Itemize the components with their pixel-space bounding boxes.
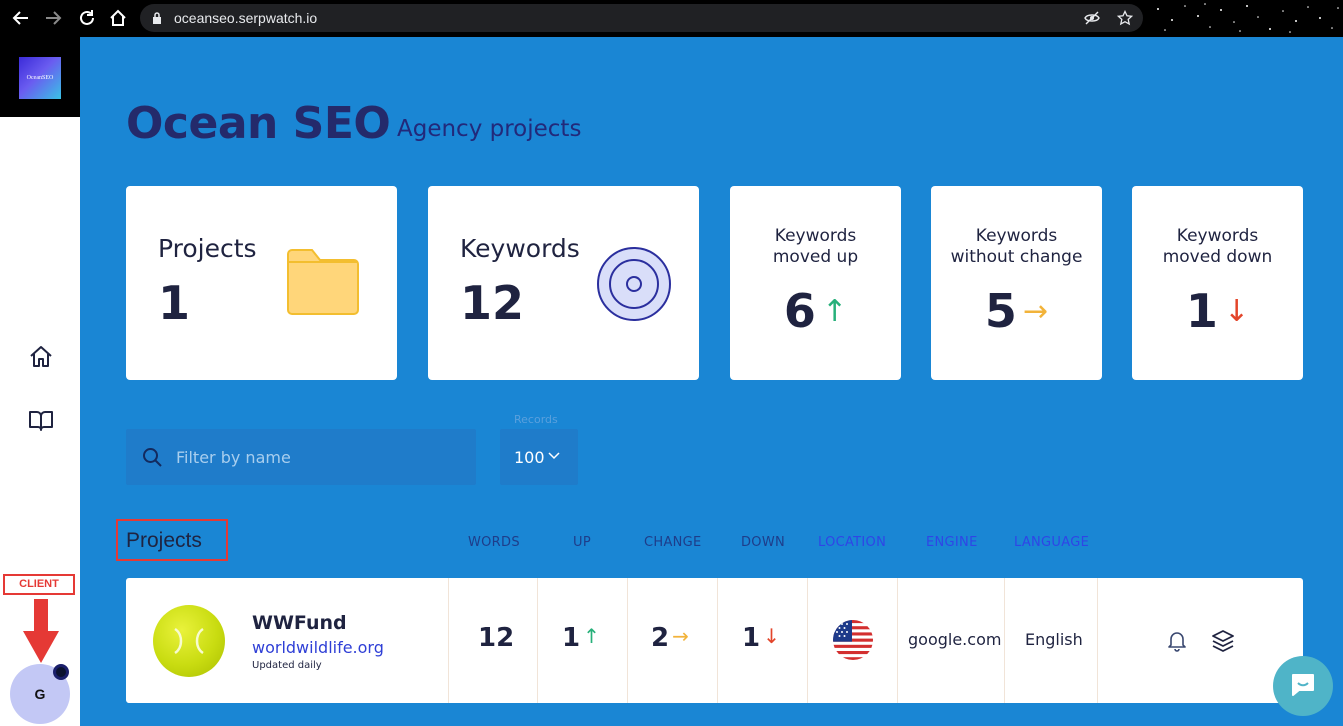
project-updated: Updated daily <box>252 660 322 671</box>
search-box[interactable] <box>126 429 476 485</box>
moved-up-label-line1: Keywords <box>774 226 857 246</box>
browser-toolbar: oceanseo.serpwatch.io <box>0 0 1343 37</box>
search-icon <box>143 448 162 467</box>
star-icon[interactable] <box>1117 10 1133 26</box>
records-value: 100 <box>514 448 545 467</box>
column-divider <box>717 578 718 703</box>
column-divider <box>448 578 449 703</box>
column-engine[interactable]: ENGINE <box>926 535 978 550</box>
client-label: CLIENT <box>3 574 75 595</box>
logo-area: OceanSEO <box>0 37 80 117</box>
moved-down-value: 1 <box>1185 284 1218 338</box>
chat-icon <box>1292 674 1314 696</box>
moved-up-stat-label: Keywords moved up <box>730 226 901 268</box>
no-change-stat-card: Keywords without change 5 → <box>931 186 1102 380</box>
column-divider <box>897 578 898 703</box>
home-icon[interactable] <box>108 8 128 28</box>
layers-icon[interactable] <box>1211 628 1235 652</box>
moved-down-stat-card: Keywords moved down 1 ↓ <box>1132 186 1303 380</box>
moved-down-label-line1: Keywords <box>1176 226 1259 246</box>
records-label: Records <box>514 413 558 426</box>
arrow-up-icon: ↑ <box>821 294 848 329</box>
no-change-stat-label: Keywords without change <box>931 226 1102 268</box>
keywords-stat-label: Keywords <box>460 234 580 263</box>
url-text: oceanseo.serpwatch.io <box>174 10 318 26</box>
decorative-stars <box>1157 3 1339 33</box>
projects-heading-text: Projects <box>126 529 202 552</box>
bell-icon[interactable] <box>1165 628 1189 652</box>
target-icon <box>597 247 671 321</box>
column-words[interactable]: WORDS <box>468 535 520 550</box>
column-divider <box>1004 578 1005 703</box>
moved-down-stat-label: Keywords moved down <box>1132 226 1303 268</box>
down-value: 1 <box>742 623 761 653</box>
moved-up-label-line2: moved up <box>772 247 859 267</box>
forward-arrow-icon[interactable] <box>43 8 63 28</box>
up-value: 1 <box>562 623 581 653</box>
project-avatar <box>153 605 225 677</box>
address-bar[interactable]: oceanseo.serpwatch.io <box>140 4 1143 32</box>
no-change-label-line2: without change <box>950 247 1083 267</box>
project-url[interactable]: worldwildlife.org <box>252 638 384 657</box>
column-change[interactable]: CHANGE <box>644 535 702 550</box>
projects-heading: Projects <box>116 519 228 561</box>
red-arrow-down-icon <box>23 599 59 663</box>
column-divider <box>807 578 808 703</box>
lock-icon <box>153 12 161 24</box>
column-divider <box>537 578 538 703</box>
table-row[interactable]: WWFund worldwildlife.org Updated daily 1… <box>126 578 1303 703</box>
arrow-up-icon: ↑ <box>583 624 600 648</box>
reload-icon[interactable] <box>77 8 97 28</box>
down-cell: 1 ↓ <box>742 623 780 653</box>
column-up[interactable]: UP <box>573 535 591 550</box>
eye-slash-icon[interactable] <box>1084 10 1100 26</box>
moved-down-stat-value: 1 ↓ <box>1132 284 1303 338</box>
moved-up-stat-value: 6 ↑ <box>730 284 901 338</box>
no-change-stat-value: 5 → <box>931 284 1102 338</box>
words-cell: 12 <box>478 623 515 653</box>
projects-stat-label: Projects <box>158 234 257 263</box>
no-change-label-line1: Keywords <box>975 226 1058 246</box>
column-location[interactable]: LOCATION <box>818 535 886 550</box>
moved-up-value: 6 <box>783 284 816 338</box>
language-cell: English <box>1025 630 1083 649</box>
no-change-value: 5 <box>984 284 1017 338</box>
projects-stat-value: 1 <box>158 276 191 330</box>
column-down[interactable]: DOWN <box>741 535 785 550</box>
avatar-status-dot <box>53 664 69 680</box>
arrow-right-icon: → <box>672 624 689 648</box>
book-icon[interactable] <box>28 407 54 433</box>
column-divider <box>1097 578 1098 703</box>
chat-button[interactable] <box>1273 656 1333 716</box>
up-cell: 1 ↑ <box>562 623 600 653</box>
folder-icon <box>287 249 359 315</box>
arrow-right-icon: → <box>1022 294 1049 329</box>
change-value: 2 <box>651 623 670 653</box>
arrow-down-icon: ↓ <box>763 624 780 648</box>
column-divider <box>627 578 628 703</box>
logo[interactable]: OceanSEO <box>19 57 61 99</box>
keywords-stat-card: Keywords 12 <box>428 186 699 380</box>
moved-down-label-line2: moved down <box>1162 247 1273 267</box>
tennis-ball-icon <box>174 627 204 655</box>
search-input[interactable] <box>176 443 456 471</box>
projects-stat-card: Projects 1 <box>126 186 397 380</box>
column-language[interactable]: LANGUAGE <box>1014 535 1089 550</box>
project-name[interactable]: WWFund <box>252 612 347 634</box>
page-title: Ocean SEO <box>126 98 391 149</box>
back-arrow-icon[interactable] <box>11 8 31 28</box>
chevron-down-icon <box>548 452 560 460</box>
home-icon[interactable] <box>28 344 54 370</box>
us-flag-icon <box>833 620 873 660</box>
arrow-down-icon: ↓ <box>1223 294 1250 329</box>
page-subtitle: Agency projects <box>397 116 582 142</box>
records-select[interactable]: 100 <box>500 429 578 485</box>
change-cell: 2 → <box>651 623 689 653</box>
keywords-stat-value: 12 <box>460 276 525 330</box>
moved-up-stat-card: Keywords moved up 6 ↑ <box>730 186 901 380</box>
sidebar: OceanSEO CLIENT G <box>0 37 80 726</box>
engine-cell: google.com <box>908 630 1002 649</box>
